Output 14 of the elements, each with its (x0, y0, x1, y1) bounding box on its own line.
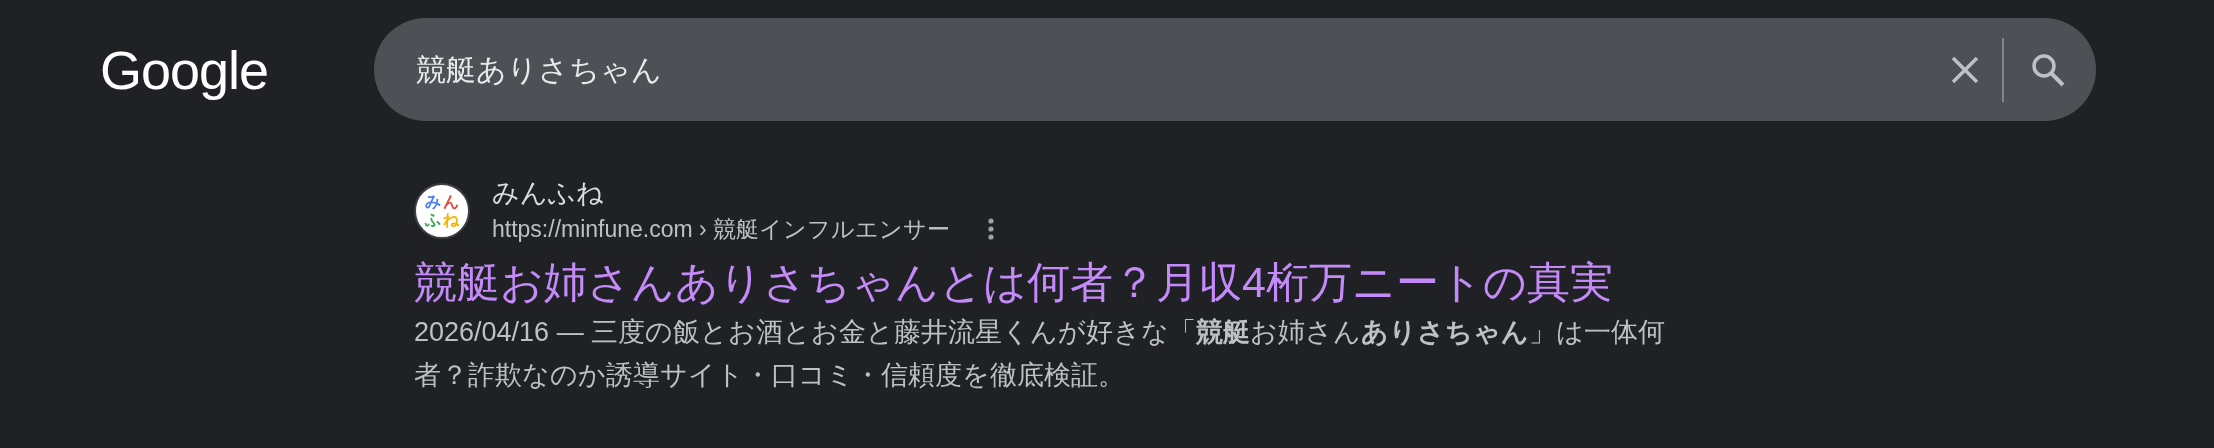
close-icon[interactable] (1950, 54, 1980, 85)
result-title-link[interactable]: 競艇お姉さんありさちゃんとは何者？月収4桁万ニートの真実 (414, 255, 1734, 309)
site-url[interactable]: https://minfune.com › 競艇インフルエンサー (492, 211, 951, 247)
favicon-letter: ん (442, 193, 460, 211)
favicon-letter: ふ (424, 211, 442, 229)
favicon-letter: ね (442, 211, 460, 229)
more-options-icon[interactable] (988, 218, 995, 240)
search-field[interactable]: 競艇ありさちゃん (416, 47, 1928, 92)
favicon-letter: み (424, 193, 442, 211)
search-bar[interactable]: 競艇ありさちゃん (374, 18, 2096, 121)
result-snippet: 2026/04/16 — 三度の飯とお酒とお金と藤井流星くんが好きな「競艇お姉さんありさちゃん」は一体何者？詐欺なのか誘導サイト・口コミ・信頼度を徹底検証。 (414, 316, 1667, 392)
search-icon[interactable] (2030, 51, 2066, 88)
site-favicon[interactable]: みん ふね (414, 183, 470, 239)
site-name: みんふね (492, 177, 605, 210)
